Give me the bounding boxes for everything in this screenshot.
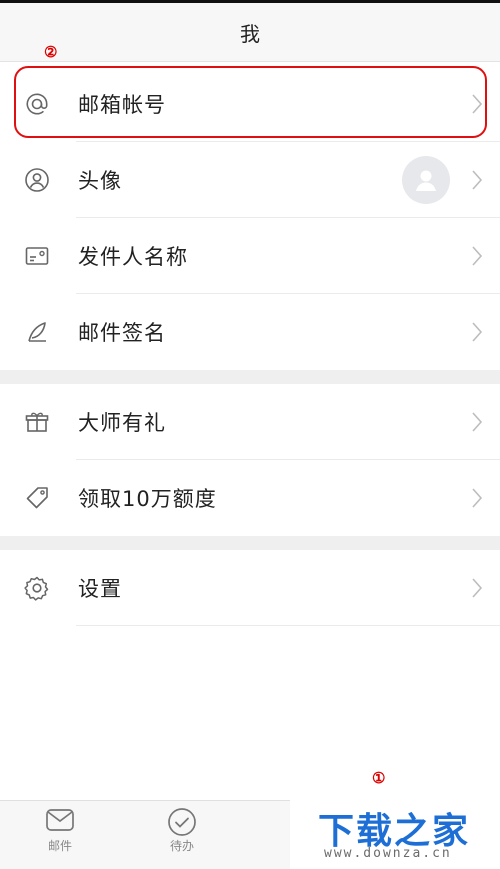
- chevron-right-icon: [472, 170, 483, 190]
- chevron-right-icon: [472, 246, 483, 266]
- gift-icon: [24, 409, 50, 435]
- annotation-marker-1: ①: [372, 769, 386, 787]
- menu-item-label: 邮件签名: [78, 321, 166, 345]
- chevron-right-icon: [472, 412, 483, 432]
- tab-todo[interactable]: 待办: [142, 807, 222, 867]
- menu-item-claim-quota[interactable]: 领取10万额度: [0, 460, 500, 536]
- tab-label: 邮件: [47, 839, 72, 853]
- menu-item-email-signature[interactable]: 邮件签名: [0, 294, 500, 370]
- gear-icon: [24, 575, 50, 601]
- section-separator: [0, 370, 500, 384]
- tab-label: 待办: [169, 839, 194, 853]
- menu-item-master-gift[interactable]: 大师有礼: [0, 384, 500, 460]
- watermark-url: www.downza.cn: [324, 846, 452, 861]
- feather-icon: [24, 319, 50, 345]
- mail-icon: [46, 809, 74, 831]
- menu-item-label: 发件人名称: [78, 245, 188, 269]
- user-circle-icon: [24, 167, 50, 193]
- page-title: 我: [240, 21, 260, 46]
- menu-item-label: 大师有礼: [78, 411, 166, 435]
- check-circle-icon: [168, 808, 196, 836]
- header-bar: 我: [0, 3, 500, 62]
- annotation-highlight-box: [14, 66, 487, 138]
- menu-item-label: 领取10万额度: [78, 487, 217, 511]
- menu-item-settings[interactable]: 设置: [0, 550, 500, 626]
- chevron-right-icon: [472, 322, 483, 342]
- chevron-right-icon: [472, 578, 483, 598]
- section-separator: [0, 536, 500, 550]
- tab-bar: 邮件 待办: [0, 800, 290, 869]
- id-card-icon: [24, 243, 50, 269]
- tab-mail[interactable]: 邮件: [20, 807, 100, 867]
- avatar[interactable]: [402, 156, 450, 204]
- divider: [76, 625, 500, 626]
- menu-item-avatar[interactable]: 头像: [0, 142, 500, 218]
- watermark-logo: 下载之家 www.downza.cn: [290, 800, 500, 869]
- chevron-right-icon: [472, 488, 483, 508]
- tag-icon: [24, 485, 50, 511]
- menu-item-sender-name[interactable]: 发件人名称: [0, 218, 500, 294]
- menu-item-label: 设置: [78, 577, 122, 601]
- annotation-marker-2: ②: [44, 43, 58, 61]
- menu-item-label: 头像: [78, 169, 122, 193]
